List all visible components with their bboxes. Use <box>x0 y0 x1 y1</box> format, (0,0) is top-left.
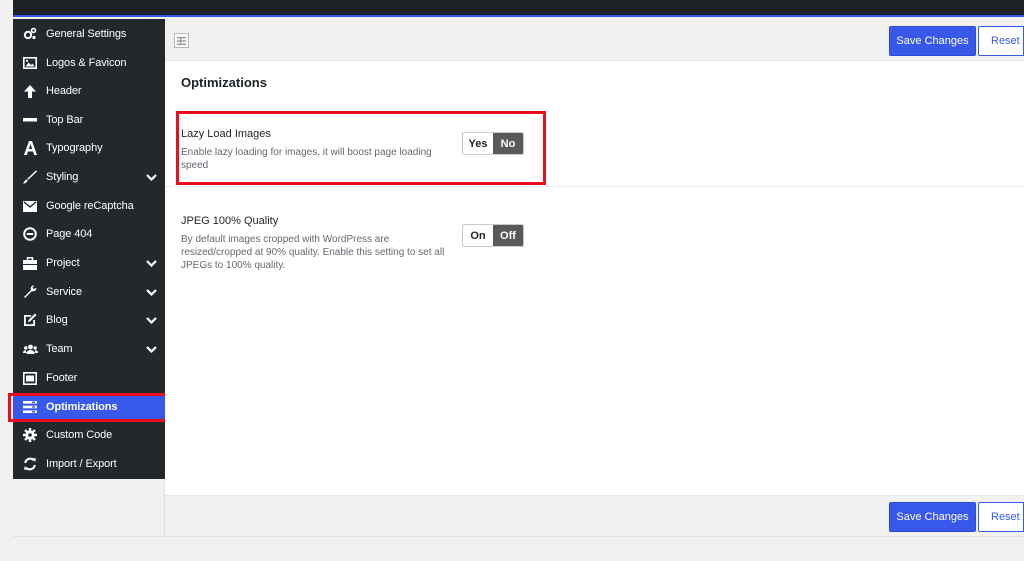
sidebar-item-service[interactable]: Service <box>13 278 165 306</box>
refresh-icon <box>22 456 38 472</box>
sidebar-item-team[interactable]: Team <box>13 335 165 363</box>
sidebar-item-label: Page 404 <box>46 228 93 240</box>
users-icon <box>22 341 38 357</box>
option-description: Enable lazy loading for images, it will … <box>181 147 432 171</box>
sidebar-item-google-recaptcha[interactable]: Google reCaptcha <box>13 192 165 220</box>
brush-icon <box>22 169 38 185</box>
options-main-panel: Save Changes Reset Se Optimizations Lazy… <box>165 19 1024 536</box>
sidebar-item-top-bar[interactable]: Top Bar <box>13 106 165 134</box>
gears-icon <box>22 26 38 42</box>
sidebar-footer-area <box>13 479 165 536</box>
toggle-off-option[interactable]: Off <box>493 225 523 246</box>
page-bottom-border <box>13 536 1024 537</box>
sidebar-item-blog[interactable]: Blog <box>13 306 165 334</box>
sidebar-item-label: Top Bar <box>46 114 84 126</box>
section-title: Optimizations <box>181 75 267 90</box>
edit-icon <box>22 312 38 328</box>
window-icon <box>22 370 38 386</box>
font-icon <box>22 140 38 156</box>
options-sidebar: General Settings Logos & Favicon Header … <box>13 19 165 479</box>
cog-icon <box>22 427 38 443</box>
sidebar-item-typography[interactable]: Typography <box>13 134 165 162</box>
option-lazy-load-images: Lazy Load Images Enable lazy loading for… <box>165 114 1024 186</box>
sidebar-item-styling[interactable]: Styling <box>13 163 165 191</box>
image-icon <box>22 55 38 71</box>
sidebar-item-label: Header <box>46 85 82 97</box>
sidebar-item-label: Project <box>46 257 80 269</box>
option-divider <box>165 186 1024 187</box>
option-title: JPEG 100% Quality <box>181 215 279 227</box>
reset-section-button[interactable]: Reset Se <box>978 26 1024 56</box>
envelope-icon <box>22 198 38 214</box>
admin-top-bar <box>13 0 1024 17</box>
save-changes-button[interactable]: Save Changes <box>889 26 976 56</box>
tasks-icon <box>22 399 38 415</box>
option-description: By default images cropped with WordPress… <box>181 234 445 271</box>
sidebar-item-project[interactable]: Project <box>13 249 165 277</box>
chevron-down-icon <box>145 314 157 326</box>
toggle-yes-option[interactable]: Yes <box>463 133 493 154</box>
sidebar-item-label: Footer <box>46 372 78 384</box>
sidebar-item-custom-code[interactable]: Custom Code <box>13 421 165 449</box>
sidebar-item-label: Logos & Favicon <box>46 57 127 69</box>
sidebar-item-general-settings[interactable]: General Settings <box>13 20 165 48</box>
sidebar-item-label: Optimizations <box>46 401 118 413</box>
bottom-toolbar: Save Changes Reset Se <box>165 495 1024 536</box>
chevron-down-icon <box>145 286 157 298</box>
sidebar-item-label: Team <box>46 343 73 355</box>
chevron-down-icon <box>145 171 157 183</box>
arrow-up-icon <box>22 83 38 99</box>
chevron-down-icon <box>145 343 157 355</box>
reset-section-button[interactable]: Reset Se <box>978 502 1024 532</box>
sidebar-item-footer[interactable]: Footer <box>13 364 165 392</box>
expand-toggle-icon[interactable] <box>174 33 189 48</box>
option-title: Lazy Load Images <box>181 128 271 140</box>
toggle-on-option[interactable]: On <box>463 225 493 246</box>
sidebar-item-label: Typography <box>46 142 103 154</box>
wrench-icon <box>22 284 38 300</box>
sidebar-item-label: Blog <box>46 314 68 326</box>
sidebar-item-header[interactable]: Header <box>13 77 165 105</box>
sidebar-item-label: Custom Code <box>46 429 113 441</box>
sidebar-item-logos-favicon[interactable]: Logos & Favicon <box>13 49 165 77</box>
toggle-no-option[interactable]: No <box>493 133 523 154</box>
minus-circle-icon <box>22 226 38 242</box>
sidebar-item-page-404[interactable]: Page 404 <box>13 220 165 248</box>
sidebar-item-optimizations[interactable]: Optimizations <box>13 393 165 421</box>
sidebar-item-label: Import / Export <box>46 458 117 470</box>
option-jpeg-quality: JPEG 100% Quality By default images crop… <box>165 201 1024 291</box>
jpeg-quality-toggle[interactable]: On Off <box>462 224 524 247</box>
minus-icon <box>22 112 38 128</box>
lazy-load-toggle[interactable]: Yes No <box>462 132 524 155</box>
save-changes-button[interactable]: Save Changes <box>889 502 976 532</box>
sidebar-item-label: General Settings <box>46 28 127 40</box>
briefcase-icon <box>22 255 38 271</box>
sidebar-item-import-export[interactable]: Import / Export <box>13 450 165 478</box>
sidebar-item-label: Styling <box>46 171 79 183</box>
chevron-down-icon <box>145 257 157 269</box>
sidebar-item-label: Service <box>46 286 82 298</box>
top-toolbar: Save Changes Reset Se <box>165 19 1024 61</box>
sidebar-item-label: Google reCaptcha <box>46 200 134 212</box>
